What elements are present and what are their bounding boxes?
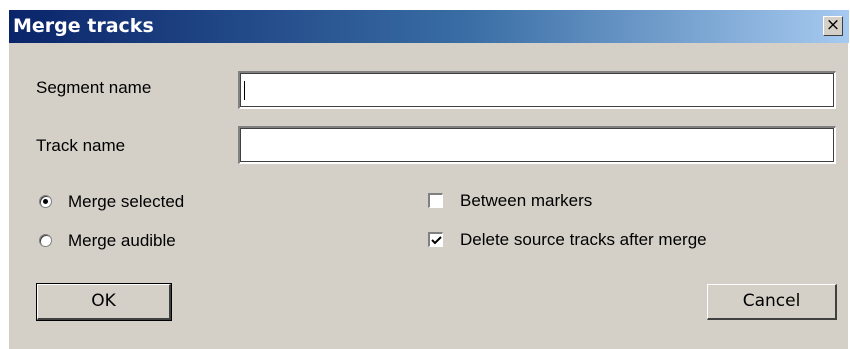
close-icon: × [825,15,841,35]
merge-audible-label: Merge audible [68,231,176,250]
cancel-button[interactable]: Cancel [707,284,837,320]
track-name-field[interactable] [238,126,836,164]
between-markers-checkbox[interactable] [428,193,443,208]
delete-source-label: Delete source tracks after merge [460,230,707,249]
close-button[interactable]: × [823,16,843,36]
text-caret [244,81,245,100]
radio-selected-dot [43,199,48,204]
merge-selected-radio[interactable] [39,195,52,208]
dialog-title: Merge tracks [13,15,154,37]
merge-audible-radio[interactable] [39,234,52,247]
title-bar[interactable]: Merge tracks × [9,10,849,43]
merge-selected-label: Merge selected [68,192,185,211]
between-markers-label: Between markers [460,191,593,210]
ok-button[interactable]: OK [36,283,172,321]
merge-tracks-dialog: Merge tracks × Segment name Track name M… [8,9,849,349]
segment-name-field[interactable] [238,71,836,109]
track-name-label: Track name [36,136,126,155]
checkmark-icon [431,236,442,245]
segment-name-label: Segment name [36,78,152,97]
delete-source-checkbox[interactable] [428,232,443,247]
